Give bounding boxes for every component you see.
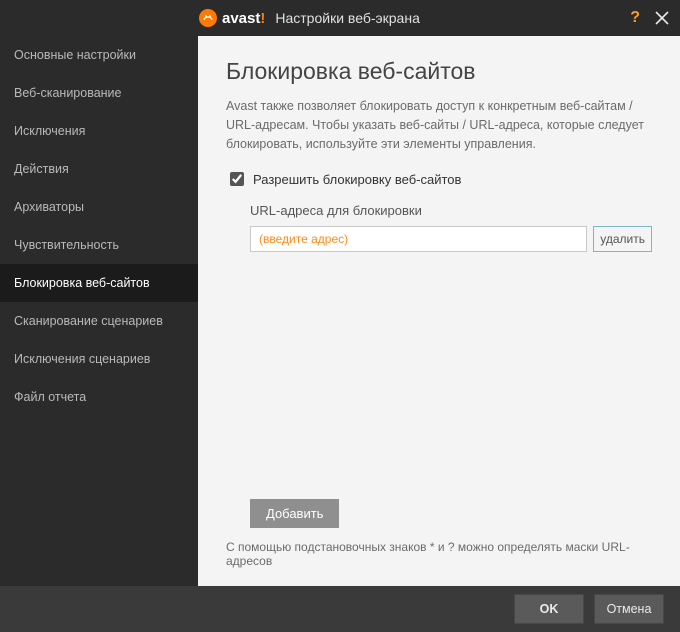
- content-panel: Блокировка веб-сайтов Avast также позвол…: [198, 36, 680, 586]
- sidebar-item[interactable]: Архиваторы: [0, 188, 198, 226]
- body: Основные настройкиВеб-сканированиеИсключ…: [0, 36, 680, 586]
- sidebar-item[interactable]: Сканирование сценариев: [0, 302, 198, 340]
- app-logo: avast!: [198, 8, 265, 28]
- wildcard-hint: С помощью подстановочных знаков * и ? мо…: [226, 540, 652, 568]
- sidebar-item[interactable]: Основные настройки: [0, 36, 198, 74]
- sidebar-item[interactable]: Чувствительность: [0, 226, 198, 264]
- cancel-button[interactable]: Отмена: [594, 594, 664, 624]
- enable-blocking-label: Разрешить блокировку веб-сайтов: [253, 172, 461, 187]
- titlebar-left: avast! Настройки веб-экрана: [0, 8, 630, 28]
- logo-icon: [198, 8, 218, 28]
- ok-button[interactable]: OK: [514, 594, 584, 624]
- add-button[interactable]: Добавить: [250, 499, 339, 528]
- sidebar-item[interactable]: Файл отчета: [0, 378, 198, 416]
- enable-blocking-checkbox[interactable]: [230, 172, 244, 186]
- url-section-label: URL-адреса для блокировки: [250, 203, 652, 218]
- url-list-area: [250, 256, 652, 493]
- sidebar-item[interactable]: Исключения сценариев: [0, 340, 198, 378]
- titlebar: avast! Настройки веб-экрана ?: [0, 0, 680, 36]
- sidebar-item[interactable]: Веб-сканирование: [0, 74, 198, 112]
- close-icon[interactable]: [654, 10, 670, 26]
- delete-button[interactable]: удалить: [593, 226, 652, 252]
- settings-window: avast! Настройки веб-экрана ? Основные н…: [0, 0, 680, 632]
- help-icon[interactable]: ?: [630, 9, 640, 27]
- sidebar-item[interactable]: Исключения: [0, 112, 198, 150]
- page-title: Блокировка веб-сайтов: [226, 58, 652, 85]
- page-description: Avast также позволяет блокировать доступ…: [226, 97, 652, 153]
- sidebar-item[interactable]: Действия: [0, 150, 198, 188]
- url-input[interactable]: [250, 226, 587, 252]
- sidebar: Основные настройкиВеб-сканированиеИсключ…: [0, 36, 198, 586]
- url-row: удалить: [250, 226, 652, 252]
- logo-wordmark: avast!: [222, 10, 265, 27]
- footer: OK Отмена: [0, 586, 680, 632]
- window-title: Настройки веб-экрана: [275, 10, 419, 26]
- enable-blocking-row[interactable]: Разрешить блокировку веб-сайтов: [226, 169, 652, 189]
- sidebar-item[interactable]: Блокировка веб-сайтов: [0, 264, 198, 302]
